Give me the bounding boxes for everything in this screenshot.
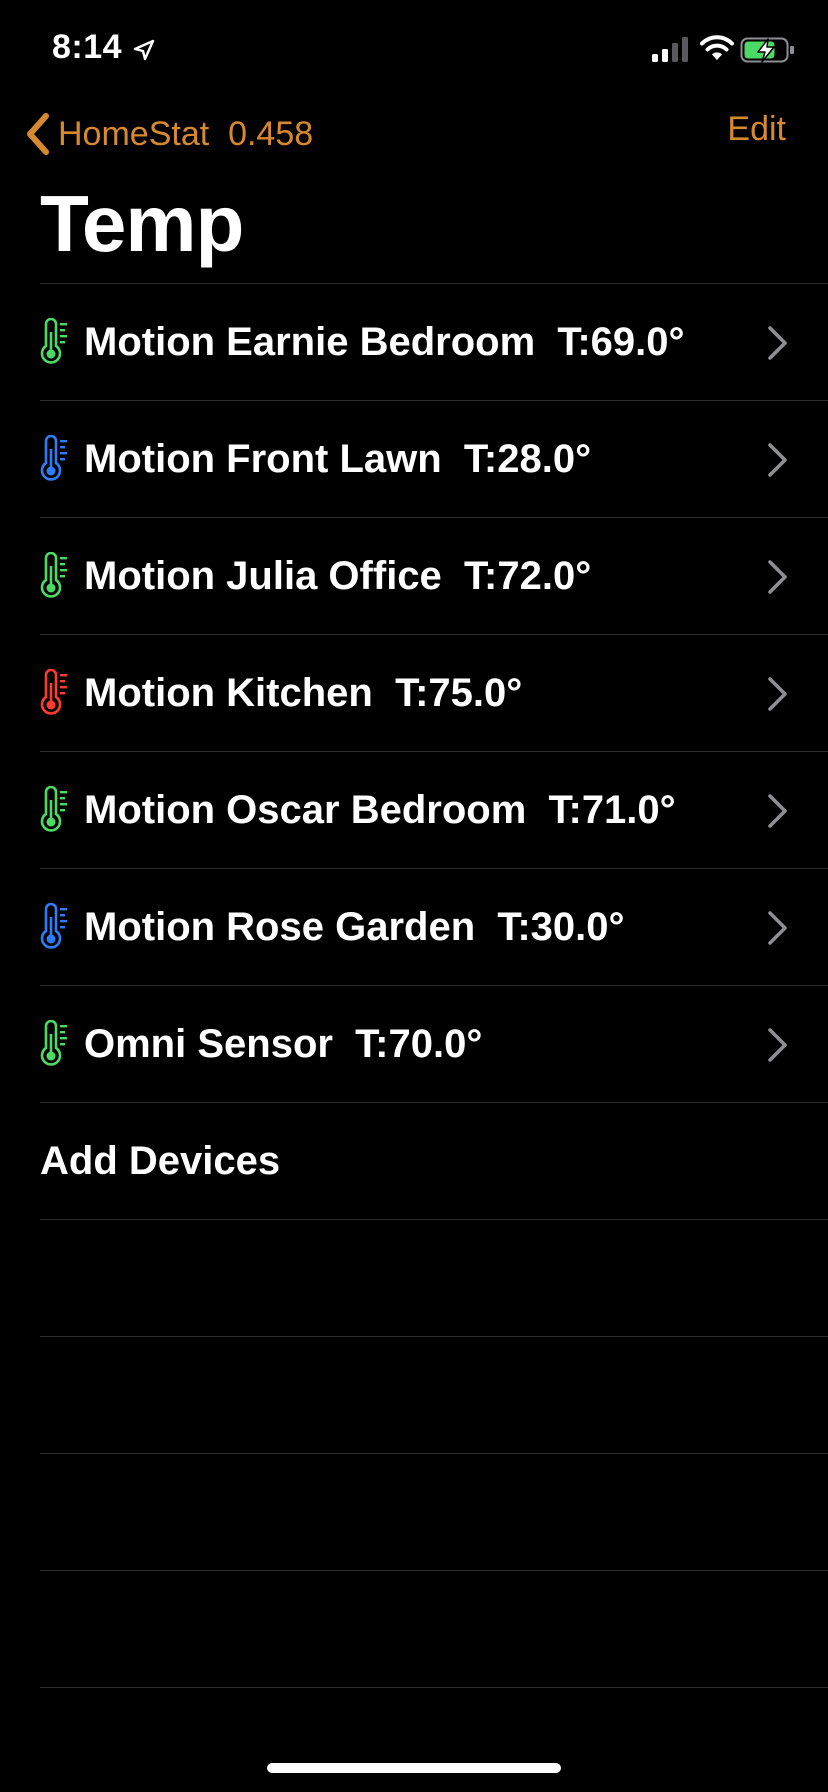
device-label: Motion Oscar Bedroom T:71.0° [84, 788, 676, 832]
thermometer-blue-icon [40, 903, 67, 949]
thermometer-blue-icon [40, 435, 67, 481]
chevron-right-icon [768, 794, 787, 828]
add-devices-row[interactable]: Add Devices [0, 1103, 828, 1219]
device-row-kitchen[interactable]: Motion Kitchen T:75.0° [0, 635, 828, 751]
chevron-right-icon [768, 677, 787, 711]
device-label: Motion Kitchen T:75.0° [84, 671, 523, 715]
battery-charging-icon [740, 37, 794, 63]
edit-button[interactable]: Edit [727, 110, 786, 149]
chevron-right-icon [768, 326, 787, 360]
page-title: Temp [40, 179, 244, 268]
device-label: Motion Front Lawn T:28.0° [84, 437, 592, 481]
chevron-right-icon [768, 911, 787, 945]
device-row-earnie-bedroom[interactable]: Motion Earnie Bedroom T:69.0° [0, 284, 828, 400]
back-button[interactable]: HomeStat 0.458 [22, 106, 313, 162]
device-row-oscar-bedroom[interactable]: Motion Oscar Bedroom T:71.0° [0, 752, 828, 868]
thermometer-green-icon [40, 1020, 67, 1066]
thermometer-red-icon [40, 669, 67, 715]
empty-row [0, 1337, 828, 1453]
back-button-label: HomeStat 0.458 [58, 114, 314, 153]
chevron-left-icon [27, 113, 49, 155]
screen: 8:14 HomeStat 0.458 Edit Temp Motion Ear… [0, 0, 828, 1792]
chevron-right-icon [768, 443, 787, 477]
device-list: Motion Earnie Bedroom T:69.0° Motion Fro… [0, 283, 828, 1688]
list-separator [40, 1687, 828, 1688]
chevron-right-icon [768, 560, 787, 594]
status-bar: 8:14 [0, 0, 828, 100]
device-row-julia-office[interactable]: Motion Julia Office T:72.0° [0, 518, 828, 634]
device-label: Omni Sensor T:70.0° [84, 1022, 483, 1066]
device-label: Motion Earnie Bedroom T:69.0° [84, 320, 685, 364]
wifi-icon [700, 35, 734, 60]
cellular-signal-icon [652, 37, 688, 62]
thermometer-green-icon [40, 318, 67, 364]
add-devices-label: Add Devices [40, 1139, 281, 1183]
empty-row [0, 1571, 828, 1687]
status-time: 8:14 [52, 28, 123, 66]
device-label: Motion Julia Office T:72.0° [84, 554, 592, 598]
device-row-rose-garden[interactable]: Motion Rose Garden T:30.0° [0, 869, 828, 985]
device-row-omni-sensor[interactable]: Omni Sensor T:70.0° [0, 986, 828, 1102]
device-row-front-lawn[interactable]: Motion Front Lawn T:28.0° [0, 401, 828, 517]
empty-row [0, 1454, 828, 1570]
thermometer-green-icon [40, 786, 67, 832]
home-indicator[interactable] [267, 1763, 561, 1773]
device-label: Motion Rose Garden T:30.0° [84, 905, 625, 949]
chevron-right-icon [768, 1028, 787, 1062]
empty-row [0, 1220, 828, 1336]
location-arrow-icon [133, 39, 155, 61]
thermometer-green-icon [40, 552, 67, 598]
